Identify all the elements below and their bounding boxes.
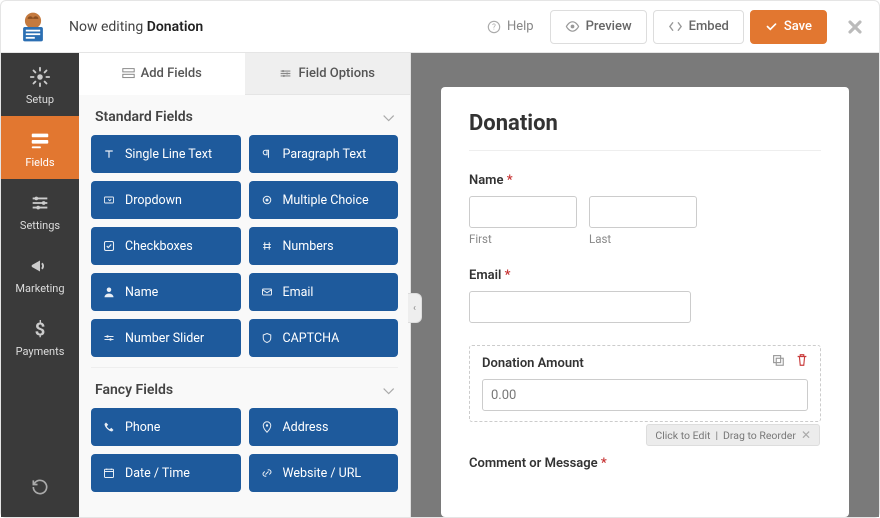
field-type-single-line-text[interactable]: Single Line Text	[91, 135, 241, 173]
field-type-label: Phone	[125, 420, 160, 435]
field-type-label: Email	[283, 285, 314, 300]
calendar-icon	[101, 467, 117, 479]
grid-icon	[122, 67, 135, 80]
svg-text:?: ?	[492, 22, 496, 31]
field-donation-amount[interactable]: Donation Amount Click to Edit | Drag to …	[469, 345, 821, 422]
field-type-email[interactable]: Email	[249, 273, 399, 311]
delete-field-button[interactable]	[794, 352, 810, 368]
history-icon	[28, 475, 52, 499]
field-type-label: Number Slider	[125, 331, 204, 346]
email-input[interactable]	[469, 291, 691, 323]
chevron-down-icon: ⌵	[383, 382, 394, 398]
field-type-label: Address	[283, 420, 329, 435]
bullhorn-icon	[28, 254, 52, 278]
close-button[interactable]	[845, 17, 865, 37]
field-type-label: Website / URL	[283, 466, 362, 481]
tab-add-fields[interactable]: Add Fields	[79, 53, 245, 95]
group-standard-fields[interactable]: Standard Fields ⌵	[91, 95, 398, 135]
field-type-label: Dropdown	[125, 193, 182, 208]
save-button[interactable]: Save	[750, 10, 827, 44]
mail-icon	[259, 286, 275, 298]
group-fancy-fields[interactable]: Fancy Fields ⌵	[91, 367, 398, 408]
sublabel-first: First	[469, 232, 577, 246]
link-icon	[259, 467, 275, 479]
first-name-input[interactable]	[469, 196, 577, 228]
help-link[interactable]: ? Help	[487, 19, 534, 34]
field-type-label: Checkboxes	[125, 239, 193, 254]
user-icon	[101, 286, 117, 298]
wpforms-logo	[15, 9, 51, 45]
form-icon	[28, 128, 52, 152]
nav-payments[interactable]: $ Payments	[1, 305, 79, 368]
field-type-paragraph-text[interactable]: Paragraph Text	[249, 135, 399, 173]
panel-collapse-handle[interactable]: ‹	[408, 293, 422, 323]
duplicate-field-button[interactable]	[770, 352, 786, 368]
field-email[interactable]: Email *	[469, 268, 821, 323]
svg-text:$: $	[35, 319, 46, 340]
field-type-label: Name	[125, 285, 158, 300]
field-type-label: Single Line Text	[125, 147, 212, 162]
field-type-captcha[interactable]: CAPTCHA	[249, 319, 399, 357]
text-icon	[101, 148, 117, 160]
nav-settings[interactable]: Settings	[1, 179, 79, 242]
check-icon	[765, 20, 778, 33]
help-icon: ?	[487, 20, 501, 34]
tab-field-options[interactable]: Field Options	[245, 53, 411, 95]
shield-icon	[259, 332, 275, 344]
hint-close-icon[interactable]: ✕	[801, 428, 811, 442]
field-type-checkboxes[interactable]: Checkboxes	[91, 227, 241, 265]
field-type-label: Multiple Choice	[283, 193, 369, 208]
dollar-icon: $	[28, 317, 52, 341]
field-comment[interactable]: Comment or Message *	[469, 456, 821, 471]
eye-icon	[565, 19, 580, 34]
code-icon	[668, 19, 683, 34]
check-icon	[101, 240, 117, 252]
field-type-number-slider[interactable]: Number Slider	[91, 319, 241, 357]
field-type-label: Date / Time	[125, 466, 190, 481]
options-icon	[279, 67, 292, 80]
field-type-label: Numbers	[283, 239, 334, 254]
hash-icon	[259, 240, 275, 252]
last-name-input[interactable]	[589, 196, 697, 228]
field-type-label: CAPTCHA	[283, 331, 340, 346]
paragraph-icon	[259, 148, 275, 160]
radio-icon	[259, 194, 275, 206]
field-type-name[interactable]: Name	[91, 273, 241, 311]
field-type-phone[interactable]: Phone	[91, 408, 241, 446]
editing-label: Now editing Donation	[69, 19, 203, 35]
nav-history[interactable]	[1, 461, 79, 517]
field-type-dropdown[interactable]: Dropdown	[91, 181, 241, 219]
field-type-numbers[interactable]: Numbers	[249, 227, 399, 265]
field-type-date-time[interactable]: Date / Time	[91, 454, 241, 492]
chevron-down-icon: ⌵	[383, 109, 394, 125]
pin-icon	[259, 421, 275, 433]
sublabel-last: Last	[589, 232, 697, 246]
phone-icon	[101, 421, 117, 433]
preview-button[interactable]: Preview	[550, 10, 647, 44]
form-title[interactable]: Donation	[469, 111, 821, 151]
gear-icon	[28, 65, 52, 89]
field-type-website-url[interactable]: Website / URL	[249, 454, 399, 492]
field-type-multiple-choice[interactable]: Multiple Choice	[249, 181, 399, 219]
dropdown-icon	[101, 194, 117, 206]
nav-marketing[interactable]: Marketing	[1, 242, 79, 305]
field-type-address[interactable]: Address	[249, 408, 399, 446]
field-hint-chip: Click to Edit | Drag to Reorder ✕	[646, 424, 820, 446]
embed-button[interactable]: Embed	[653, 10, 744, 44]
sliders-icon	[28, 191, 52, 215]
nav-setup[interactable]: Setup	[1, 53, 79, 116]
field-type-label: Paragraph Text	[283, 147, 367, 162]
nav-fields[interactable]: Fields	[1, 116, 79, 179]
slider-icon	[101, 332, 117, 344]
donation-amount-input[interactable]	[482, 379, 808, 411]
field-name[interactable]: Name * First Last	[469, 173, 821, 246]
